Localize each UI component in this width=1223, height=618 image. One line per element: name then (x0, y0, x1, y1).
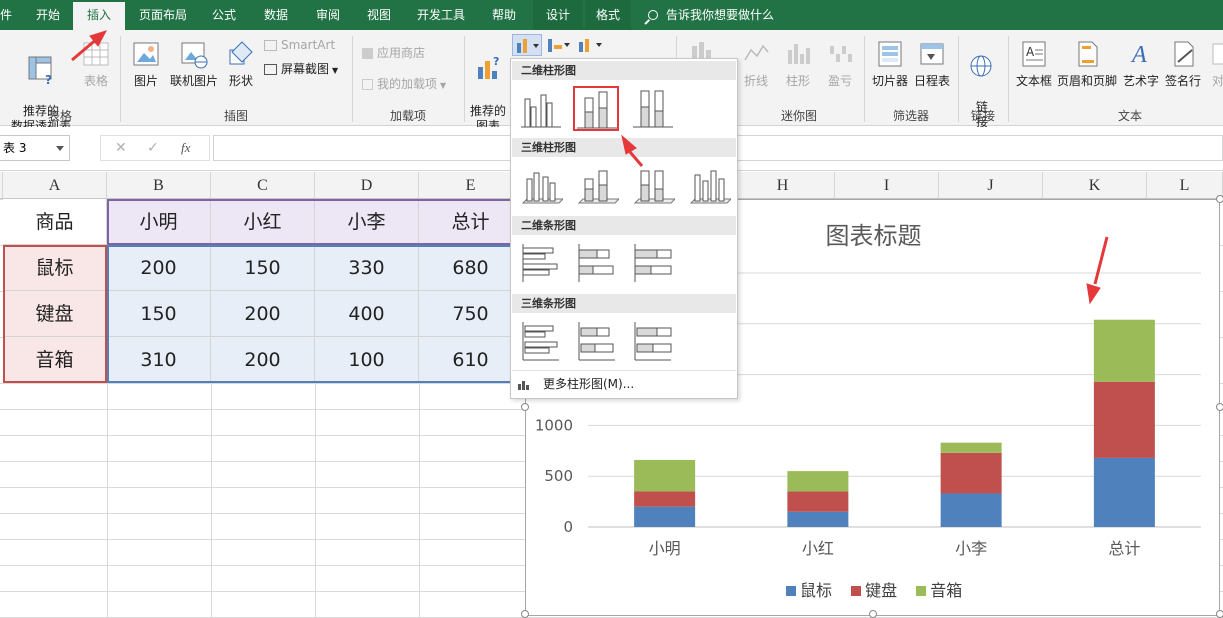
arrow-stacked-icon (621, 134, 637, 155)
arrow-total-icon (1086, 283, 1101, 305)
annotation-arrows (71, 30, 1109, 305)
